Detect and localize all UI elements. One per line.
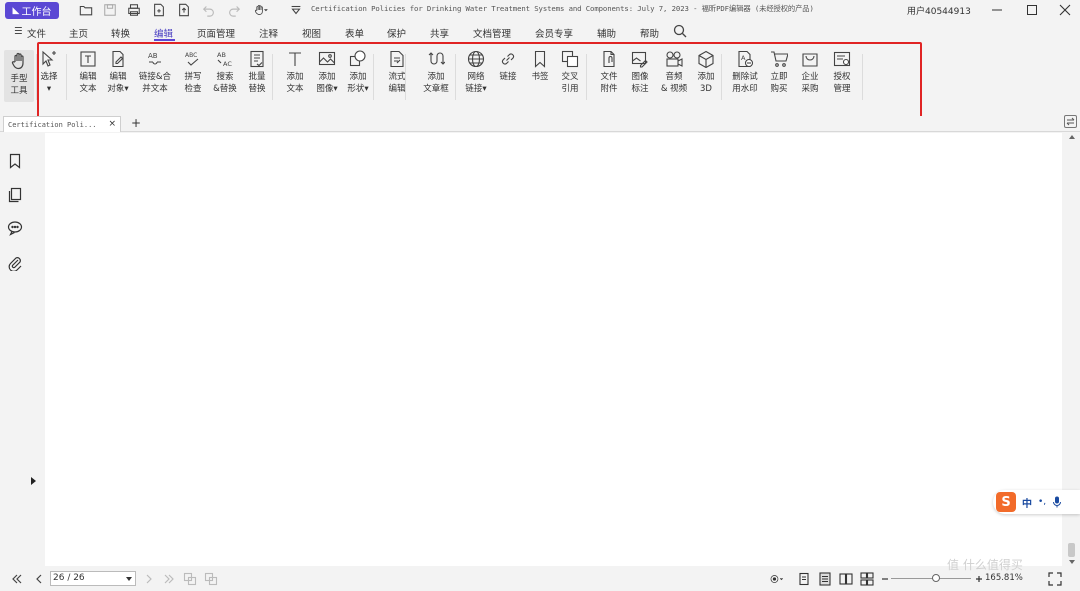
menu-help[interactable]: 帮助 — [640, 26, 659, 40]
menu-edit[interactable]: 编辑 — [154, 26, 173, 40]
export-icon[interactable] — [176, 2, 192, 18]
workbench-icon: ◣ — [12, 5, 20, 16]
hand-dropdown-icon[interactable] — [251, 2, 271, 18]
menu-file[interactable]: 文件 — [27, 26, 46, 40]
maximize-icon[interactable] — [1021, 0, 1043, 20]
hand-icon — [11, 52, 24, 70]
zoom-level[interactable]: 165.81% — [985, 573, 1023, 583]
menu-view[interactable]: 视图 — [302, 26, 321, 40]
menu-page-manage[interactable]: 页面管理 — [197, 26, 235, 40]
scroll-down-icon[interactable] — [1069, 560, 1075, 564]
menu-protect[interactable]: 保护 — [387, 26, 406, 40]
pages-panel-icon[interactable] — [7, 187, 23, 203]
add-tab-icon[interactable]: + — [131, 116, 141, 130]
new-document-icon[interactable] — [151, 2, 167, 18]
facing-page-icon[interactable] — [839, 572, 853, 586]
ime-language[interactable]: 中 — [1022, 495, 1032, 510]
redo-icon[interactable] — [226, 2, 242, 18]
document-tab[interactable]: Certification Poli... × — [3, 116, 121, 132]
scroll-thumb[interactable] — [1068, 543, 1075, 557]
save-icon[interactable] — [102, 2, 118, 18]
watermark-logo: 值 什么值得买 — [947, 558, 1023, 572]
menu-home[interactable]: 主页 — [69, 26, 88, 40]
microphone-icon[interactable] — [1052, 496, 1062, 508]
reading-mode-icon[interactable] — [770, 572, 792, 586]
active-tab-indicator — [154, 39, 175, 41]
workbench-label: 工作台 — [21, 7, 52, 18]
menu-comment[interactable]: 注释 — [259, 26, 278, 40]
zoom-slider-handle[interactable] — [932, 574, 940, 582]
fullscreen-icon[interactable] — [1048, 572, 1062, 586]
customize-toolbar-icon[interactable] — [288, 2, 304, 18]
expand-sidebar-icon[interactable] — [31, 477, 36, 485]
ribbon-highlight-frame — [37, 42, 922, 118]
ime-logo-icon: S — [996, 492, 1016, 512]
single-page-icon[interactable] — [797, 572, 811, 586]
menu-member[interactable]: 会员专享 — [535, 26, 573, 40]
workbench-button[interactable]: ◣ 工作台 — [5, 2, 59, 19]
title-bar: ◣ 工作台 Certification Policies for Drinkin… — [0, 0, 1080, 20]
continuous-page-icon[interactable] — [818, 572, 832, 586]
ime-punctuation[interactable]: •, — [1038, 497, 1046, 507]
menu-share[interactable]: 共享 — [430, 26, 449, 40]
close-window-icon[interactable] — [1054, 0, 1076, 20]
menu-hamburger-icon[interactable]: ☰ — [14, 26, 23, 37]
chevron-down-icon — [126, 577, 132, 581]
search-icon[interactable] — [673, 24, 687, 41]
panel-toggle-icon[interactable] — [1064, 115, 1077, 128]
page-number-select[interactable]: 26 / 26 — [50, 571, 136, 586]
continuous-facing-icon[interactable] — [860, 572, 874, 586]
next-page-icon[interactable] — [142, 572, 156, 586]
menu-doc-manage[interactable]: 文档管理 — [473, 26, 511, 40]
hand-tool-label-2: 工具 — [10, 86, 28, 96]
left-sidebar — [0, 132, 36, 566]
user-account[interactable]: 用户40544913 — [907, 4, 971, 17]
bookmark-panel-icon[interactable] — [7, 153, 23, 169]
prev-page-icon[interactable] — [32, 572, 46, 586]
document-tabs: Certification Poli... × + — [0, 116, 1080, 132]
attachment-panel-icon[interactable] — [7, 255, 23, 272]
menu-convert[interactable]: 转换 — [111, 26, 130, 40]
last-page-icon[interactable] — [162, 572, 176, 586]
menu-form[interactable]: 表单 — [345, 26, 364, 40]
hand-tool-button[interactable]: 手型 工具 — [4, 50, 34, 102]
hand-tool-label-1: 手型 — [10, 74, 28, 84]
split-page-icon[interactable] — [204, 572, 218, 586]
zoom-slider-track[interactable] — [891, 578, 971, 579]
document-title: Certification Policies for Drinking Wate… — [311, 4, 814, 13]
menu-assist[interactable]: 辅助 — [597, 26, 616, 40]
page-number-value: 26 / 26 — [53, 573, 85, 583]
status-bar: 26 / 26 165.81% — [0, 566, 1080, 591]
zoom-out-icon[interactable] — [878, 572, 888, 586]
tab-close-icon[interactable]: × — [108, 119, 116, 129]
open-folder-icon[interactable] — [78, 2, 94, 18]
print-icon[interactable] — [126, 2, 142, 18]
document-tab-label: Certification Poli... — [8, 120, 97, 129]
copy-page-icon[interactable] — [183, 572, 197, 586]
zoom-in-icon[interactable] — [972, 572, 982, 586]
scroll-up-icon[interactable] — [1069, 135, 1075, 139]
document-canvas[interactable] — [45, 133, 1062, 566]
first-page-icon[interactable] — [10, 572, 24, 586]
comments-panel-icon[interactable] — [7, 220, 23, 236]
ime-toolbar[interactable]: S 中 •, — [993, 490, 1080, 514]
undo-icon[interactable] — [201, 2, 217, 18]
minimize-icon[interactable] — [986, 0, 1008, 20]
